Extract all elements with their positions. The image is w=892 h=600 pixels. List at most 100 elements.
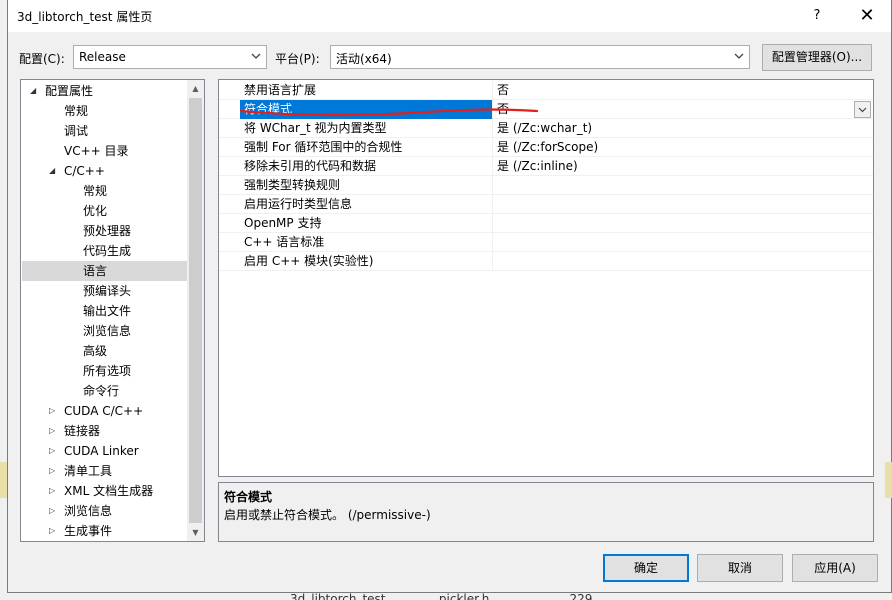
config-label: 配置(C): <box>19 52 65 66</box>
collapse-arrow-icon[interactable]: ◢ <box>49 161 55 181</box>
expand-arrow-icon[interactable]: ▷ <box>49 401 55 421</box>
tree-item[interactable]: 输出文件 <box>22 301 187 321</box>
tree-item[interactable]: ▷ 链接器 <box>22 421 187 441</box>
property-grid: 禁用语言扩展否符合模式否将 WChar_t 视为内置类型是 (/Zc:wchar… <box>218 79 874 477</box>
tree-item[interactable]: 所有选项 <box>22 361 187 381</box>
property-name: 禁用语言扩展 <box>244 83 317 97</box>
property-row[interactable]: OpenMP 支持 <box>219 214 873 233</box>
property-value: 是 (/Zc:wchar_t) <box>492 119 872 138</box>
config-value: Release <box>79 50 126 64</box>
property-value <box>492 176 872 195</box>
property-name: 强制类型转换规则 <box>244 178 341 192</box>
property-row[interactable]: 启用 C++ 模块(实验性) <box>219 252 873 271</box>
property-row[interactable]: 将 WChar_t 视为内置类型 是 (/Zc:wchar_t) <box>219 119 873 138</box>
tree-item-label: 常规 <box>64 104 89 118</box>
expand-arrow-icon[interactable]: ▷ <box>49 421 55 441</box>
tree-item[interactable]: ◢ 配置属性 <box>22 81 187 101</box>
property-row[interactable]: 强制类型转换规则 <box>219 176 873 195</box>
tree-item[interactable]: 预处理器 <box>22 221 187 241</box>
property-value: 是 (/Zc:inline) <box>492 157 872 176</box>
scroll-up-icon[interactable]: ▲ <box>187 80 204 97</box>
tree-item[interactable]: 高级 <box>22 341 187 361</box>
platform-value: 活动(x64) <box>336 52 392 66</box>
tree-item[interactable]: 语言 <box>22 261 187 281</box>
tree-item-label: 生成事件 <box>64 524 113 538</box>
tree-item-label: CUDA C/C++ <box>64 404 144 418</box>
tree-item-label: 语言 <box>83 264 108 278</box>
tree-item-label: 链接器 <box>64 424 101 438</box>
apply-button[interactable]: 应用(A) <box>792 554 878 582</box>
tree-item-label: VC++ 目录 <box>64 144 129 158</box>
tree-item-label: 输出文件 <box>83 304 132 318</box>
property-value: 否 <box>492 81 872 100</box>
tree-item[interactable]: 调试 <box>22 121 187 141</box>
property-row[interactable]: C++ 语言标准 <box>219 233 873 252</box>
tree-item[interactable]: ▷ CUDA Linker <box>22 441 187 461</box>
property-value: 是 (/Zc:forScope) <box>492 138 872 157</box>
expand-arrow-icon[interactable]: ▷ <box>49 521 55 541</box>
expand-arrow-icon[interactable]: ▷ <box>49 461 55 481</box>
config-select[interactable]: Release <box>73 45 267 69</box>
tree-item-label: 预处理器 <box>83 224 132 238</box>
property-name: 强制 For 循环范围中的合规性 <box>244 140 403 154</box>
tree-item[interactable]: 命令行 <box>22 381 187 401</box>
tree-item-label: 浏览信息 <box>64 504 113 518</box>
tree-item-label: 配置属性 <box>45 84 94 98</box>
close-button[interactable]: ✕ <box>844 0 890 32</box>
tree-item-label: 代码生成 <box>83 244 132 258</box>
property-row[interactable]: 移除未引用的代码和数据 是 (/Zc:inline) <box>219 157 873 176</box>
property-name: C++ 语言标准 <box>244 235 325 249</box>
property-value <box>492 214 872 233</box>
expand-arrow-icon[interactable]: ▷ <box>49 441 55 461</box>
tree-item-label: 高级 <box>83 344 108 358</box>
cancel-button[interactable]: 取消 <box>697 554 783 582</box>
tree-item[interactable]: 浏览信息 <box>22 321 187 341</box>
tree-item[interactable]: ▷ 清单工具 <box>22 461 187 481</box>
background-window-text: 3d_libtorch_test pickler.h 229 <box>290 592 593 600</box>
property-pages-dialog: 3d_libtorch_test 属性页 ? ✕ 配置(C): Release … <box>7 0 892 593</box>
expand-arrow-icon[interactable]: ▷ <box>49 501 55 521</box>
description-title: 符合模式 <box>224 490 273 504</box>
scroll-down-icon[interactable]: ▼ <box>187 524 204 541</box>
window-title: 3d_libtorch_test 属性页 <box>17 10 153 24</box>
scroll-thumb[interactable] <box>189 98 202 523</box>
config-manager-button[interactable]: 配置管理器(O)... <box>762 44 872 71</box>
value-dropdown-button[interactable] <box>854 101 871 118</box>
property-value <box>492 195 872 214</box>
tree-item[interactable]: 常规 <box>22 181 187 201</box>
red-underline-annotation <box>239 108 539 117</box>
tree-item[interactable]: ▷ 生成事件 <box>22 521 187 541</box>
tree-item-label: XML 文档生成器 <box>64 484 154 498</box>
property-name: OpenMP 支持 <box>244 216 322 230</box>
property-value[interactable]: 否 <box>492 100 872 119</box>
chevron-down-icon <box>251 53 261 59</box>
tree-item[interactable]: ▷ XML 文档生成器 <box>22 481 187 501</box>
tree-item-label: 清单工具 <box>64 464 113 478</box>
background-window-edge <box>885 462 892 498</box>
tree-item-label: 命令行 <box>83 384 120 398</box>
tree-item[interactable]: 代码生成 <box>22 241 187 261</box>
tree-item[interactable]: VC++ 目录 <box>22 141 187 161</box>
tree-item[interactable]: ▷ 浏览信息 <box>22 501 187 521</box>
property-name: 启用运行时类型信息 <box>244 197 353 211</box>
tree-item[interactable]: ◢ C/C++ <box>22 161 187 181</box>
tree-item[interactable]: 优化 <box>22 201 187 221</box>
background-window-edge <box>0 462 7 498</box>
ok-button[interactable]: 确定 <box>603 554 689 582</box>
property-name: 将 WChar_t 视为内置类型 <box>244 121 387 135</box>
help-button[interactable]: ? <box>798 0 836 32</box>
collapse-arrow-icon[interactable]: ◢ <box>30 81 36 101</box>
title-bar: 3d_libtorch_test 属性页 ? ✕ <box>8 0 891 32</box>
property-row[interactable]: 禁用语言扩展 否 <box>219 81 873 100</box>
property-row[interactable]: 启用运行时类型信息 <box>219 195 873 214</box>
tree-item[interactable]: 预编译头 <box>22 281 187 301</box>
platform-select[interactable]: 活动(x64) <box>330 45 750 69</box>
tree-item[interactable]: ▷ CUDA C/C++ <box>22 401 187 421</box>
expand-arrow-icon[interactable]: ▷ <box>49 481 55 501</box>
property-row[interactable]: 强制 For 循环范围中的合规性 是 (/Zc:forScope) <box>219 138 873 157</box>
platform-label: 平台(P): <box>275 52 320 66</box>
tree-scrollbar[interactable]: ▲ ▼ <box>187 80 204 541</box>
tree-item-label: CUDA Linker <box>64 444 139 458</box>
tree-item[interactable]: 常规 <box>22 101 187 121</box>
description-text: 启用或禁止符合模式。 (/permissive-) <box>224 508 431 522</box>
